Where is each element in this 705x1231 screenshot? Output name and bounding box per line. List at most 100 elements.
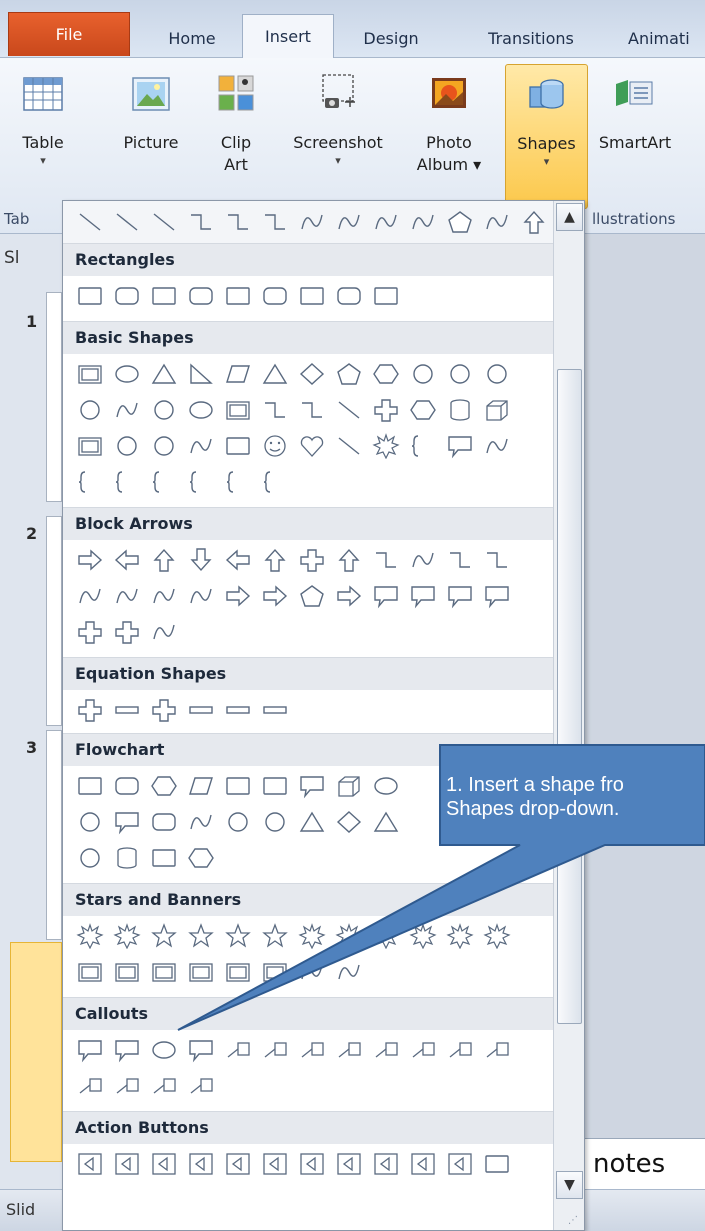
tri-shape-icon[interactable] (367, 805, 404, 839)
lcallout-shape-icon[interactable] (108, 1069, 145, 1103)
star-shape-icon[interactable] (145, 919, 182, 953)
arrowL-shape-icon[interactable] (108, 543, 145, 577)
burst-shape-icon[interactable] (478, 919, 515, 953)
rrect-shape-icon[interactable] (108, 769, 145, 803)
brace-shape-icon[interactable] (108, 465, 145, 499)
callout-shape-icon[interactable] (367, 579, 404, 613)
circ-shape-icon[interactable] (108, 429, 145, 463)
elbow-shape-icon[interactable] (256, 205, 293, 239)
arrowU-shape-icon[interactable] (330, 543, 367, 577)
lcallout-shape-icon[interactable] (293, 1033, 330, 1067)
burst-shape-icon[interactable] (330, 919, 367, 953)
circ-shape-icon[interactable] (145, 393, 182, 427)
tab-transitions[interactable]: Transitions (470, 18, 592, 58)
para-shape-icon[interactable] (219, 357, 256, 391)
action-shape-icon[interactable] (293, 1147, 330, 1181)
minus-shape-icon[interactable] (182, 693, 219, 727)
curve-shape-icon[interactable] (478, 429, 515, 463)
picture-button[interactable]: Picture (112, 64, 190, 209)
cube-shape-icon[interactable] (330, 769, 367, 803)
brace-shape-icon[interactable] (71, 465, 108, 499)
brace-shape-icon[interactable] (145, 465, 182, 499)
slide-thumbnail-1[interactable] (46, 292, 62, 502)
burst-shape-icon[interactable] (441, 919, 478, 953)
rect-shape-icon[interactable] (219, 279, 256, 313)
arrowU-shape-icon[interactable] (145, 543, 182, 577)
screenshot-button[interactable]: Screenshot ▾ (286, 64, 390, 209)
line-shape-icon[interactable] (330, 393, 367, 427)
callout-shape-icon[interactable] (293, 769, 330, 803)
burst-shape-icon[interactable] (108, 919, 145, 953)
tab-file[interactable]: File (8, 12, 130, 56)
hex-shape-icon[interactable] (145, 769, 182, 803)
burst-shape-icon[interactable] (367, 429, 404, 463)
plus-shape-icon[interactable] (108, 615, 145, 649)
rect-shape-icon[interactable] (145, 279, 182, 313)
action-shape-icon[interactable] (256, 1147, 293, 1181)
curve-shape-icon[interactable] (330, 955, 367, 989)
line-shape-icon[interactable] (108, 205, 145, 239)
tri-shape-icon[interactable] (293, 805, 330, 839)
action-shape-icon[interactable] (367, 1147, 404, 1181)
line-shape-icon[interactable] (145, 205, 182, 239)
slide-thumbnail-4[interactable] (10, 942, 62, 1162)
rect-shape-icon[interactable] (219, 769, 256, 803)
frame-shape-icon[interactable] (182, 955, 219, 989)
frame-shape-icon[interactable] (145, 955, 182, 989)
lcallout-shape-icon[interactable] (441, 1033, 478, 1067)
curve-shape-icon[interactable] (108, 393, 145, 427)
cube-shape-icon[interactable] (478, 393, 515, 427)
callout-shape-icon[interactable] (478, 579, 515, 613)
elbow-shape-icon[interactable] (182, 205, 219, 239)
elbow-shape-icon[interactable] (293, 393, 330, 427)
pent-shape-icon[interactable] (441, 205, 478, 239)
elbow-shape-icon[interactable] (441, 543, 478, 577)
action-shape-icon[interactable] (182, 1147, 219, 1181)
callout-shape-icon[interactable] (71, 1033, 108, 1067)
curve-shape-icon[interactable] (182, 805, 219, 839)
diam-shape-icon[interactable] (293, 357, 330, 391)
rect-shape-icon[interactable] (145, 841, 182, 875)
arrowR-shape-icon[interactable] (330, 579, 367, 613)
lcallout-shape-icon[interactable] (71, 1069, 108, 1103)
rrect-shape-icon[interactable] (108, 279, 145, 313)
elbow-shape-icon[interactable] (367, 543, 404, 577)
circ-shape-icon[interactable] (71, 805, 108, 839)
curve-shape-icon[interactable] (182, 579, 219, 613)
rtri-shape-icon[interactable] (182, 357, 219, 391)
resize-grip-icon[interactable]: ⋰ (568, 1215, 578, 1226)
curve-shape-icon[interactable] (367, 205, 404, 239)
pent-shape-icon[interactable] (293, 579, 330, 613)
frame-shape-icon[interactable] (71, 429, 108, 463)
tri-shape-icon[interactable] (256, 357, 293, 391)
scroll-up-button[interactable]: ▲ (556, 203, 583, 231)
frame-shape-icon[interactable] (71, 357, 108, 391)
hex-shape-icon[interactable] (182, 841, 219, 875)
callout-shape-icon[interactable] (441, 579, 478, 613)
rect-shape-icon[interactable] (367, 279, 404, 313)
dropdown-scrollbar[interactable]: ▲ ▼ (553, 201, 584, 1230)
hex-shape-icon[interactable] (404, 393, 441, 427)
elbow-shape-icon[interactable] (478, 543, 515, 577)
callout-shape-icon[interactable] (441, 429, 478, 463)
action-shape-icon[interactable] (71, 1147, 108, 1181)
lcallout-shape-icon[interactable] (256, 1033, 293, 1067)
lcallout-shape-icon[interactable] (367, 1033, 404, 1067)
rrect-shape-icon[interactable] (256, 279, 293, 313)
curve-shape-icon[interactable] (404, 205, 441, 239)
pent-shape-icon[interactable] (330, 357, 367, 391)
curve-shape-icon[interactable] (293, 205, 330, 239)
cyl-shape-icon[interactable] (441, 393, 478, 427)
tab-design[interactable]: Design (340, 18, 442, 58)
minus-shape-icon[interactable] (219, 693, 256, 727)
lcallout-shape-icon[interactable] (404, 1033, 441, 1067)
rect-shape-icon[interactable] (219, 429, 256, 463)
burst-shape-icon[interactable] (71, 919, 108, 953)
frame-shape-icon[interactable] (256, 955, 293, 989)
plus-shape-icon[interactable] (71, 615, 108, 649)
brace-shape-icon[interactable] (256, 465, 293, 499)
action-shape-icon[interactable] (404, 1147, 441, 1181)
curve-shape-icon[interactable] (478, 205, 515, 239)
circ-shape-icon[interactable] (404, 357, 441, 391)
burst-shape-icon[interactable] (404, 919, 441, 953)
